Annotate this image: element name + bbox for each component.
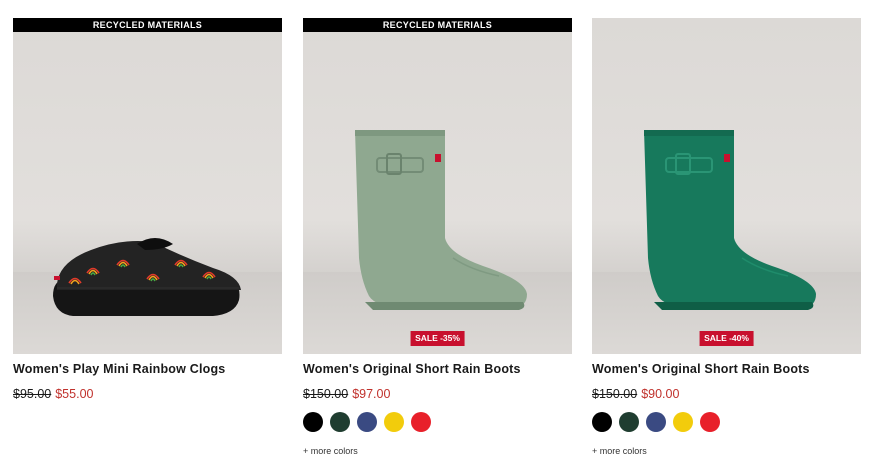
sale-badge: SALE -35% (410, 331, 465, 346)
color-swatch-red[interactable] (411, 412, 431, 432)
color-swatch-black[interactable] (303, 412, 323, 432)
color-swatch-red[interactable] (700, 412, 720, 432)
product-image[interactable]: RECYCLED MATERIALS SALE -35% (303, 18, 572, 354)
recycled-materials-badge: RECYCLED MATERIALS (303, 18, 572, 32)
product-price: $150.00 $97.00 (303, 387, 390, 401)
original-price: $150.00 (303, 387, 349, 401)
color-swatch-navy[interactable] (646, 412, 666, 432)
product-card[interactable]: RECYCLED MATERIALS Women's Play Mini Rai… (13, 18, 282, 401)
color-swatch-dark-green[interactable] (619, 412, 639, 432)
color-swatches (592, 412, 720, 432)
recycled-materials-badge: RECYCLED MATERIALS (13, 18, 282, 32)
original-price: $150.00 (592, 387, 638, 401)
product-title[interactable]: Women's Original Short Rain Boots (592, 362, 810, 376)
more-colors-link[interactable]: + more colors (303, 446, 358, 456)
product-image[interactable]: RECYCLED MATERIALS (13, 18, 282, 354)
more-colors-link[interactable]: + more colors (592, 446, 647, 456)
color-swatch-navy[interactable] (357, 412, 377, 432)
sale-badge: SALE -40% (699, 331, 754, 346)
product-title[interactable]: Women's Original Short Rain Boots (303, 362, 521, 376)
color-swatch-black[interactable] (592, 412, 612, 432)
product-title[interactable]: Women's Play Mini Rainbow Clogs (13, 362, 225, 376)
product-image[interactable]: SALE -40% (592, 18, 861, 354)
color-swatches (303, 412, 431, 432)
sale-price: $97.00 (352, 387, 391, 401)
color-swatch-yellow[interactable] (673, 412, 693, 432)
color-swatch-yellow[interactable] (384, 412, 404, 432)
teal-rain-boot-illustration (644, 130, 816, 310)
sage-rain-boot-illustration (355, 130, 527, 310)
product-price: $95.00 $55.00 (13, 387, 93, 401)
sale-price: $90.00 (641, 387, 680, 401)
color-swatch-dark-green[interactable] (330, 412, 350, 432)
product-price: $150.00 $90.00 (592, 387, 679, 401)
original-price: $95.00 (13, 387, 52, 401)
product-card[interactable]: RECYCLED MATERIALS SALE -35% Women's Ori… (303, 18, 572, 456)
clog-illustration (53, 238, 241, 316)
product-card[interactable]: SALE -40% Women's Original Short Rain Bo… (592, 18, 861, 456)
sale-price: $55.00 (55, 387, 94, 401)
